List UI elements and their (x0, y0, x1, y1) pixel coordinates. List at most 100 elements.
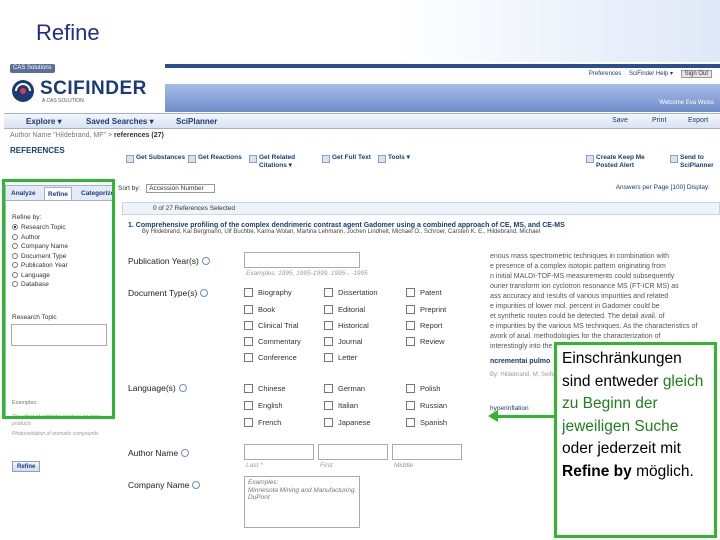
alert-icon (586, 155, 594, 163)
checkbox-preprint[interactable]: Preprint (406, 305, 446, 314)
logo-wordmark: SCIFINDER (40, 78, 147, 99)
radio-company-name[interactable]: Company Name (12, 242, 68, 252)
print-button[interactable]: Print (652, 117, 666, 124)
help-icon[interactable] (178, 384, 187, 392)
checkbox-icon (244, 288, 253, 297)
breadcrumb-link[interactable]: Author Name "Hildebrand, MF" > (10, 132, 114, 139)
get-reactions-button[interactable]: Get Reactions (188, 154, 242, 163)
get-related-citations-button[interactable]: Get Related Citations ▾ (249, 154, 309, 170)
checkbox-review[interactable]: Review (406, 337, 445, 346)
keep-me-posted-button[interactable]: Create Keep Me Posted Alert (586, 154, 658, 170)
company-name-input[interactable]: Examples: Minnesota Mining and Manufactu… (244, 476, 360, 528)
help-icon[interactable] (181, 449, 190, 457)
result-authors: By Hildebrand, Kai Bergmann, Ulf Buchbe,… (142, 229, 541, 235)
help-link[interactable]: SciFinder Help ▾ (629, 71, 673, 77)
result-item: 1. Comprehensive profiling of the comple… (128, 222, 718, 235)
export-button[interactable]: Export (688, 117, 708, 124)
checkbox-commentary[interactable]: Commentary (244, 337, 301, 346)
checkbox-journal[interactable]: Journal (324, 337, 363, 346)
checkbox-japanese[interactable]: Japanese (324, 418, 371, 427)
radio-icon (12, 243, 18, 249)
author-last-hint: Last * (246, 462, 263, 469)
breadcrumb-current: references (27) (114, 132, 164, 139)
nav-saved-searches[interactable]: Saved Searches ▾ (86, 117, 154, 126)
checkbox-polish[interactable]: Polish (406, 384, 440, 393)
radio-icon (12, 252, 18, 259)
checkbox-icon (244, 305, 253, 314)
checkbox-icon (244, 418, 253, 427)
pub-year-hint: Examples: 1995, 1995-1999, 1995-, -1995 (246, 270, 368, 277)
preferences-link[interactable]: Preferences (589, 71, 621, 77)
tab-analyze[interactable]: Analyze (8, 187, 39, 200)
display-options[interactable]: Answers per Page [100] Display: (616, 184, 710, 191)
radio-language[interactable]: Language (12, 271, 68, 281)
author-first-hint: First (320, 462, 333, 469)
header-stripe (165, 64, 720, 68)
result-authors-2: By: Hildebrand, M; Seifert (490, 372, 559, 378)
radio-author[interactable]: Author (12, 233, 68, 243)
checkbox-conference[interactable]: Conference (244, 353, 297, 362)
checkbox-russian[interactable]: Russian (406, 401, 447, 410)
arrow-line (496, 415, 554, 418)
get-full-text-button[interactable]: Get Full Text (322, 154, 372, 163)
get-substances-button[interactable]: Get Substances (126, 154, 186, 163)
sort-select[interactable]: Accession Number (146, 184, 215, 193)
help-icon[interactable] (201, 257, 210, 265)
checkbox-book[interactable]: Book (244, 305, 275, 314)
checkbox-spanish[interactable]: Spanish (406, 418, 447, 427)
checkbox-icon (406, 384, 415, 393)
checkbox-editorial[interactable]: Editorial (324, 305, 365, 314)
selection-bar: 0 of 27 References Selected (122, 202, 720, 215)
radio-publication-year[interactable]: Publication Year (12, 261, 68, 271)
author-first-input[interactable] (318, 444, 388, 460)
checkbox-report[interactable]: Report (406, 321, 443, 330)
checkbox-chinese[interactable]: Chinese (244, 384, 286, 393)
author-middle-input[interactable] (392, 444, 462, 460)
examples-label: Examples: (12, 400, 38, 406)
checkbox-french[interactable]: French (244, 418, 281, 427)
checkbox-dissertation[interactable]: Dissertation (324, 288, 378, 297)
sciplanner-icon (670, 155, 678, 163)
checkbox-historical[interactable]: Historical (324, 321, 369, 330)
checkbox-icon (324, 384, 333, 393)
tab-refine[interactable]: Refine (44, 187, 72, 200)
callout-box: Einschränkungen sind entweder gleich zu … (554, 342, 717, 538)
header-band (165, 84, 720, 112)
checkbox-icon (324, 401, 333, 410)
refine-button[interactable]: Refine (12, 461, 41, 472)
research-topic-input[interactable] (11, 324, 107, 346)
result-title[interactable]: 1. Comprehensive profiling of the comple… (128, 222, 718, 229)
help-icon[interactable] (200, 289, 209, 297)
nav-sciplanner[interactable]: SciPlanner (176, 117, 217, 126)
send-to-sciplanner-button[interactable]: Send to SciPlanner (670, 154, 718, 170)
signout-button[interactable]: Sign Out (680, 70, 712, 78)
radio-research-topic[interactable]: Research Topic (12, 223, 68, 233)
result-journal-link[interactable]: ncrementai pulmo (490, 358, 550, 365)
radio-icon (12, 262, 18, 268)
nav-explore[interactable]: Explore ▾ (26, 117, 62, 126)
cas-solutions-button[interactable]: CAS Solutions (10, 64, 55, 73)
checkbox-biography[interactable]: Biography (244, 288, 292, 297)
save-button[interactable]: Save (612, 117, 628, 124)
checkbox-icon (324, 337, 333, 346)
checkbox-german[interactable]: German (324, 384, 365, 393)
checkbox-clinical-trial[interactable]: Clinical Trial (244, 321, 298, 330)
refine-options: Research Topic Author Company Name Docum… (12, 223, 68, 290)
references-heading: REFERENCES (10, 146, 65, 155)
doc-type-label: Document Type(s) (128, 288, 209, 298)
checkbox-patent[interactable]: Patent (406, 288, 442, 297)
cas-logo-icon (12, 80, 34, 102)
tools-menu[interactable]: Tools ▾ (378, 154, 428, 163)
radio-database[interactable]: Database (12, 280, 68, 290)
checkbox-italian[interactable]: Italian (324, 401, 358, 410)
checkbox-letter[interactable]: Letter (324, 353, 357, 362)
author-last-input[interactable] (244, 444, 314, 460)
checkbox-icon (244, 401, 253, 410)
radio-document-type[interactable]: Document Type (12, 252, 68, 262)
pub-year-input[interactable] (244, 252, 360, 268)
help-icon[interactable] (192, 481, 201, 489)
checkbox-english[interactable]: English (244, 401, 283, 410)
tab-categorize[interactable]: Categorize (78, 187, 117, 200)
citations-icon (249, 155, 257, 163)
company-name-label: Company Name (128, 480, 201, 490)
